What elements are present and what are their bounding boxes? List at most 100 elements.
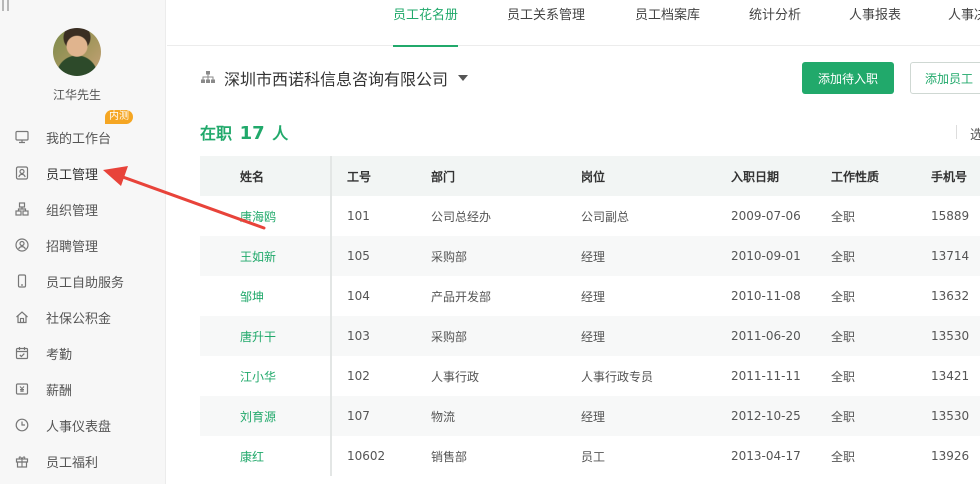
org-chart-icon [14, 201, 30, 217]
top-tabs: 员工花名册 员工关系管理 员工档案库 统计分析 人事报表 人事决 [167, 0, 980, 47]
cell-department: 销售部 [431, 449, 468, 464]
tab-statistics[interactable]: 统计分析 [749, 0, 801, 46]
sidebar-item-label: 薪酬 [46, 383, 73, 399]
tab-roster[interactable]: 员工花名册 [393, 0, 459, 47]
employee-name-link[interactable]: 王如新 [200, 236, 332, 276]
cell-phone: 13530 [931, 316, 980, 356]
tab-hr-reports[interactable]: 人事报表 [849, 0, 901, 46]
org-tree-icon [200, 69, 216, 88]
sidebar-item-label: 员工自助服务 [46, 275, 125, 291]
user-card-icon [14, 165, 30, 181]
cell-department: 采购部 [431, 236, 581, 276]
count-prefix: 在职 [200, 124, 233, 143]
sidebar-item-benefits[interactable]: 员工福利 [0, 443, 166, 479]
cell-hire-date: 2011-06-20 [731, 316, 831, 356]
sidebar-item-label: 人事仪表盘 [46, 419, 112, 435]
house-icon [14, 309, 30, 325]
company-selector[interactable]: 深圳市西诺科信息咨询有限公司 [200, 66, 469, 90]
table-row[interactable]: 邹坤 104 产品开发部 经理 2010-11-08 全职 13632 [200, 276, 980, 316]
column-header-hire-date[interactable]: 入职日期 [731, 156, 831, 196]
cell-phone: 13530 [931, 396, 980, 436]
cell-position: 经理 [581, 236, 731, 276]
table-row[interactable]: 唐海鸥 101 公司总经办 公司副总 2009-07-06 全职 15889 [200, 196, 980, 236]
cell-department: 采购部 [431, 316, 581, 356]
sidebar-item-recruitment[interactable]: 招聘管理 [0, 227, 166, 263]
sidebar-item-label: 我的工作台 [46, 131, 112, 147]
user-name: 江华先生 [52, 88, 101, 102]
employee-name-link[interactable]: 江小华 [200, 356, 332, 396]
table-row[interactable]: 康红 10602 销售部 员工 2013-04-17 全职 13926 [200, 436, 980, 476]
sidebar-item-label: 员工福利 [46, 455, 99, 471]
table-row[interactable]: 江小华 102 人事行政 人事行政专员 2011-11-11 全职 13421 [200, 356, 980, 396]
cell-department: 人事行政 [431, 369, 480, 384]
calendar-icon [14, 345, 30, 361]
cell-department: 物流 [431, 396, 581, 436]
employee-name-link[interactable]: 唐升干 [200, 316, 332, 356]
filter-link[interactable]: 选 [970, 124, 980, 143]
gift-icon [14, 453, 30, 469]
sidebar-nav: 我的工作台 员工管理 组织管理 招聘管理 员工自助服务 社保公积金 考勤 薪酬 … [0, 119, 166, 479]
cell-id: 103 [331, 316, 431, 356]
cell-id: 10602 [347, 449, 386, 463]
cell-position: 员工 [581, 449, 606, 464]
table-row[interactable]: 唐升干 103 采购部 经理 2011-06-20 全职 13530 [200, 316, 980, 356]
avatar[interactable] [53, 28, 101, 76]
tab-employee-archive[interactable]: 员工档案库 [635, 0, 700, 46]
cell-hire-date: 2013-04-17 [731, 449, 801, 463]
employee-name-link[interactable]: 邹坤 [200, 276, 332, 316]
salary-icon [14, 381, 30, 397]
table-row[interactable]: 刘育源 107 物流 经理 2012-10-25 全职 13530 [200, 396, 980, 436]
cell-id: 101 [347, 209, 370, 223]
employee-name-link[interactable]: 唐海鸥 [200, 196, 332, 236]
column-header-department[interactable]: 部门 [431, 156, 581, 196]
tab-employee-relations[interactable]: 员工关系管理 [507, 0, 585, 46]
cell-id: 105 [331, 236, 431, 276]
sidebar-item-workbench[interactable]: 我的工作台 [0, 119, 166, 155]
sidebar-item-hr-dashboard[interactable]: 人事仪表盘 [0, 407, 166, 443]
sidebar-item-label: 组织管理 [46, 203, 99, 219]
sidebar-grip-icon[interactable] [2, 0, 14, 12]
company-name: 深圳市西诺科信息咨询有限公司 [224, 70, 449, 89]
recruit-icon [14, 237, 30, 253]
cell-work-type: 全职 [831, 316, 931, 356]
sidebar-item-attendance[interactable]: 考勤 [0, 335, 166, 371]
sidebar-item-employee-management[interactable]: 员工管理 [0, 155, 166, 191]
tab-hr-decision[interactable]: 人事决 [948, 0, 980, 46]
employee-name-link[interactable]: 康红 [200, 436, 332, 476]
table-row[interactable]: 王如新 105 采购部 经理 2010-09-01 全职 13714 [200, 236, 980, 276]
phone-icon [14, 273, 30, 289]
cell-work-type: 全职 [831, 449, 856, 464]
employee-name-link[interactable]: 刘育源 [200, 396, 332, 436]
cell-hire-date: 2011-11-11 [731, 369, 801, 383]
count-suffix: 人 [272, 124, 289, 143]
column-header-name[interactable]: 姓名 [200, 156, 332, 196]
divider [956, 125, 957, 139]
cell-department: 产品开发部 [431, 289, 492, 304]
column-header-work-type[interactable]: 工作性质 [831, 156, 931, 196]
cell-position: 人事行政专员 [581, 369, 654, 384]
count-number: 17 [239, 123, 265, 144]
cell-position: 经理 [581, 316, 731, 356]
sidebar-item-social-security[interactable]: 社保公积金 [0, 299, 166, 335]
cell-phone: 15889 [931, 209, 970, 223]
column-header-position[interactable]: 岗位 [581, 156, 731, 196]
column-header-phone[interactable]: 手机号 [931, 156, 980, 196]
add-pending-hire-button[interactable]: 添加待入职 [802, 62, 894, 94]
sidebar-item-salary[interactable]: 薪酬 [0, 371, 166, 407]
column-header-id[interactable]: 工号 [331, 156, 431, 196]
add-employee-button[interactable]: 添加员工 [910, 62, 980, 94]
cell-hire-date: 2012-10-25 [731, 396, 831, 436]
cell-department: 公司总经办 [431, 209, 492, 224]
sidebar: 江华先生 我的工作台 员工管理 组织管理 招聘管理 员工自助服务 社保公积金 考… [0, 0, 166, 484]
cell-work-type: 全职 [831, 289, 856, 304]
sidebar-item-label: 社保公积金 [46, 311, 112, 327]
cell-phone: 13421 [931, 369, 970, 383]
active-employee-count: 在职 17 人 [200, 120, 288, 144]
sidebar-item-org-management[interactable]: 组织管理 [0, 191, 166, 227]
chevron-down-icon [458, 75, 469, 81]
clock-dial-icon [14, 417, 30, 433]
sidebar-item-label: 考勤 [46, 347, 73, 363]
cell-work-type: 全职 [831, 209, 856, 224]
sidebar-item-self-service[interactable]: 员工自助服务 [0, 263, 166, 299]
cell-work-type: 全职 [831, 396, 931, 436]
